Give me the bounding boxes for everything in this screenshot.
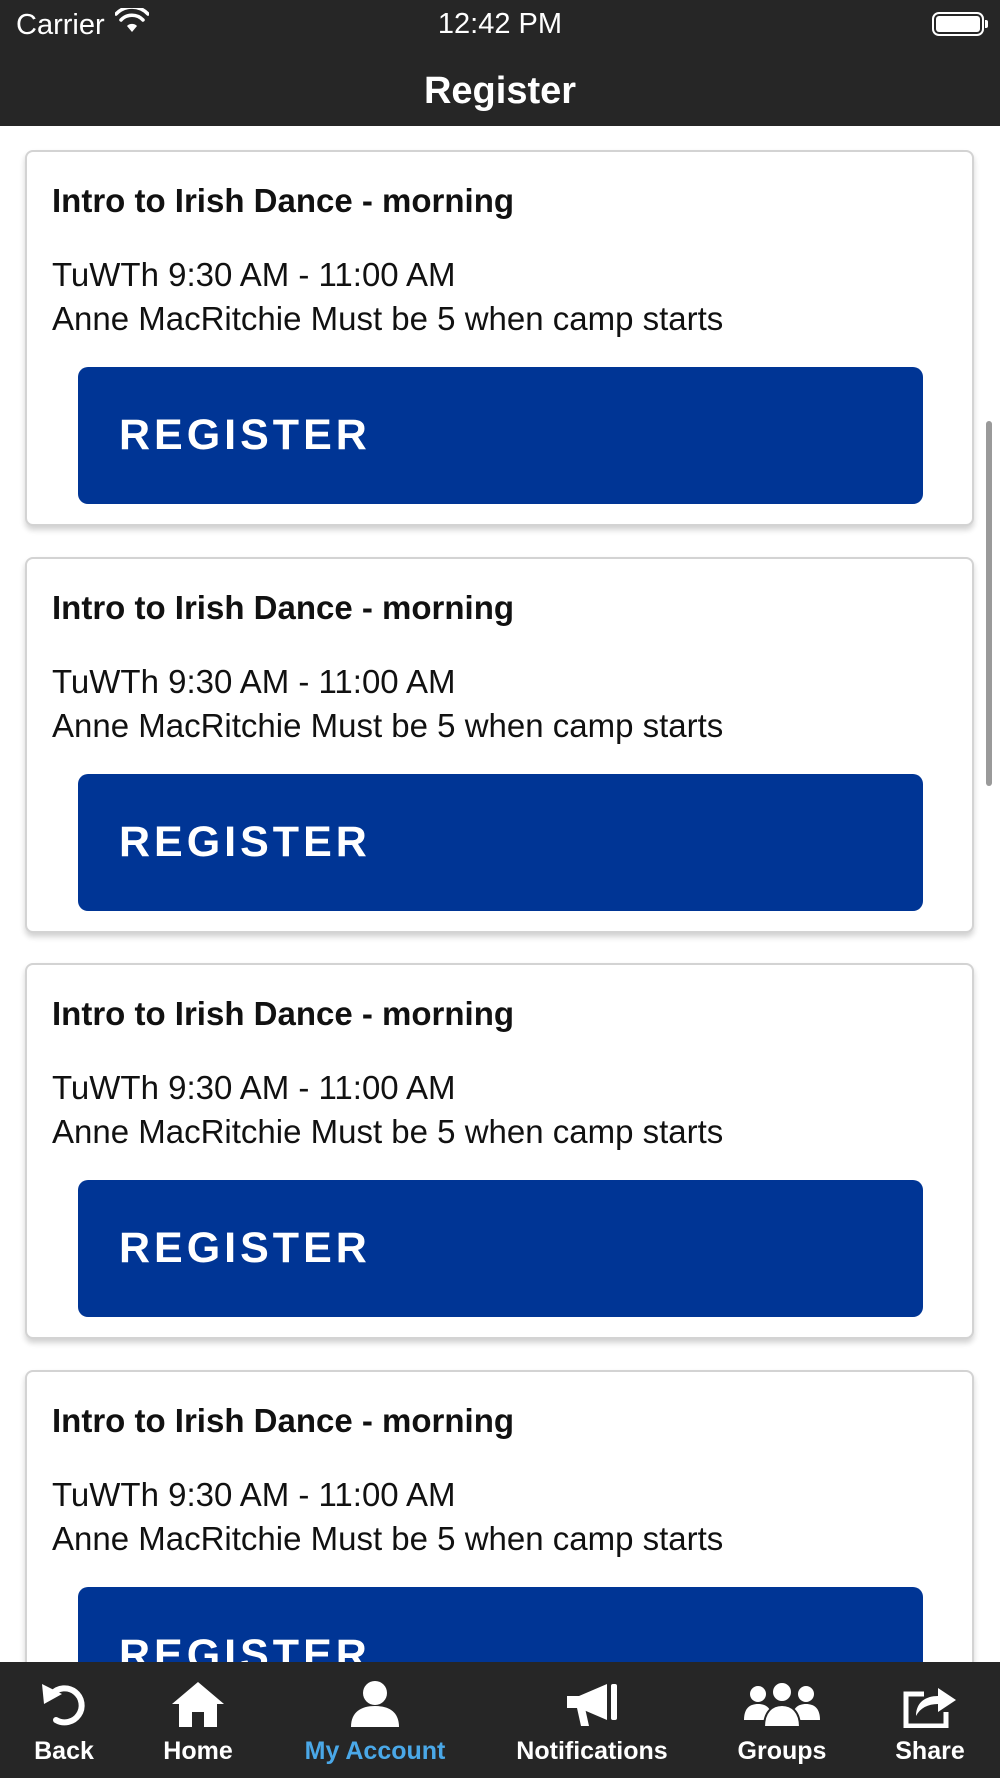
tab-share[interactable]: Share xyxy=(880,1662,980,1778)
class-card: Intro to Irish Dance - morning TuWTh 9:3… xyxy=(25,150,974,526)
class-description: Anne MacRitchie Must be 5 when camp star… xyxy=(52,707,724,744)
class-card: Intro to Irish Dance - morning TuWTh 9:3… xyxy=(25,557,974,933)
tab-my-account[interactable]: My Account xyxy=(300,1662,450,1778)
tab-label: Notifications xyxy=(516,1737,668,1765)
register-button[interactable]: REGISTER xyxy=(78,1180,923,1317)
tab-label: Share xyxy=(895,1737,965,1765)
tab-label: Back xyxy=(34,1737,94,1765)
class-title: Intro to Irish Dance - morning xyxy=(52,1402,515,1439)
register-button[interactable]: REGISTER xyxy=(78,1587,923,1662)
tab-back[interactable]: Back xyxy=(14,1662,114,1778)
page-title: Register xyxy=(423,70,577,112)
back-arrow-icon xyxy=(38,1662,90,1733)
class-title: Intro to Irish Dance - morning xyxy=(52,995,515,1032)
class-time: TuWTh 9:30 AM - 11:00 AM xyxy=(52,663,456,700)
share-icon xyxy=(900,1662,960,1733)
megaphone-icon xyxy=(563,1662,621,1733)
class-time: TuWTh 9:30 AM - 11:00 AM xyxy=(52,1069,456,1106)
class-description: Anne MacRitchie Must be 5 when camp star… xyxy=(52,1520,724,1557)
register-button[interactable]: REGISTER xyxy=(78,367,923,504)
home-icon xyxy=(170,1662,226,1733)
battery-icon xyxy=(932,12,988,36)
class-card: Intro to Irish Dance - morning TuWTh 9:3… xyxy=(25,963,974,1339)
class-title: Intro to Irish Dance - morning xyxy=(52,589,515,626)
class-list[interactable]: Intro to Irish Dance - morning TuWTh 9:3… xyxy=(0,126,1000,1662)
groups-icon xyxy=(742,1662,822,1733)
class-description: Anne MacRitchie Must be 5 when camp star… xyxy=(52,300,724,337)
tab-label: Groups xyxy=(737,1737,827,1765)
register-button[interactable]: REGISTER xyxy=(78,774,923,911)
tab-notifications[interactable]: Notifications xyxy=(510,1662,674,1778)
class-card: Intro to Irish Dance - morning TuWTh 9:3… xyxy=(25,1370,974,1662)
bottom-tab-bar: Back Home My Account Notifications Group… xyxy=(0,1662,1000,1778)
tab-label: My Account xyxy=(304,1737,446,1765)
class-description: Anne MacRitchie Must be 5 when camp star… xyxy=(52,1113,724,1150)
status-time: 12:42 PM xyxy=(437,8,563,40)
user-icon xyxy=(349,1662,401,1733)
tab-home[interactable]: Home xyxy=(148,1662,248,1778)
scrollbar[interactable] xyxy=(986,421,992,786)
top-bar: Carrier 12:42 PM Register xyxy=(0,0,1000,126)
class-title: Intro to Irish Dance - morning xyxy=(52,182,515,219)
tab-label: Home xyxy=(163,1737,233,1765)
tab-groups[interactable]: Groups xyxy=(729,1662,835,1778)
class-time: TuWTh 9:30 AM - 11:00 AM xyxy=(52,256,456,293)
class-time: TuWTh 9:30 AM - 11:00 AM xyxy=(52,1476,456,1513)
